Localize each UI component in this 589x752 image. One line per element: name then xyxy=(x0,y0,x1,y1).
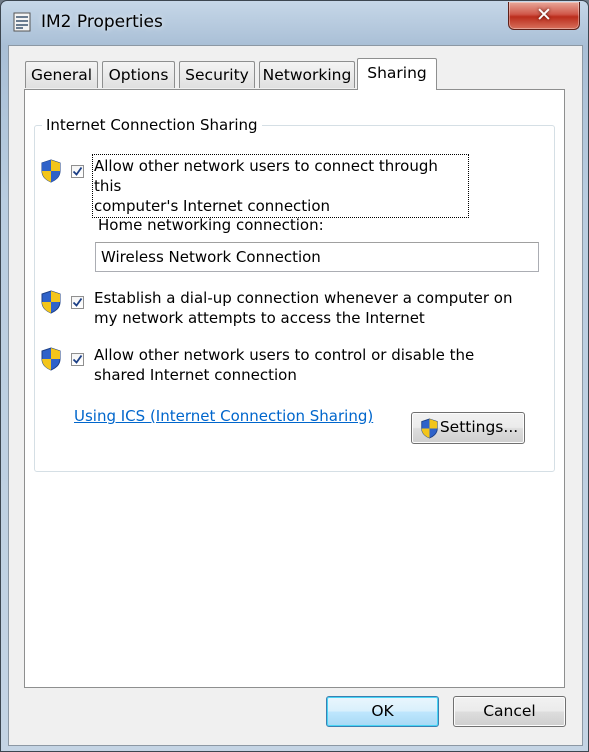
allow-connect-label[interactable]: Allow other network users to connect thr… xyxy=(92,154,469,218)
home-connection-label: Home networking connection: xyxy=(98,216,324,234)
close-button[interactable]: ✕ xyxy=(508,2,580,30)
checkmark-icon xyxy=(72,354,83,364)
tab-sharing[interactable]: Sharing xyxy=(357,58,437,90)
tab-options[interactable]: Options xyxy=(102,61,175,88)
uac-shield-icon xyxy=(41,347,61,371)
network-properties-icon xyxy=(13,12,31,32)
allow-connect-checkbox[interactable] xyxy=(71,165,84,178)
dialog-client-area: General Options Security Networking Shar… xyxy=(8,45,583,746)
settings-button[interactable]: Settings... xyxy=(411,412,525,444)
properties-dialog: IM2 Properties ✕ General Options Securit… xyxy=(0,0,589,752)
sharing-tab-panel: Internet Connection Sharing Allow other … xyxy=(24,89,565,688)
dial-up-checkbox[interactable] xyxy=(71,296,84,309)
option-label-line1: Allow other network users to connect thr… xyxy=(94,157,438,195)
option-label-line2: shared Internet connection xyxy=(94,366,297,384)
uac-shield-icon xyxy=(41,159,61,183)
ics-group-box: Internet Connection Sharing Allow other … xyxy=(34,116,555,472)
option-label-line1: Allow other network users to control or … xyxy=(94,346,475,364)
window-title: IM2 Properties xyxy=(41,12,163,32)
ok-button[interactable]: OK xyxy=(326,696,439,727)
checkmark-icon xyxy=(72,166,83,176)
ics-help-link[interactable]: Using ICS (Internet Connection Sharing) xyxy=(74,407,373,425)
cancel-button[interactable]: Cancel xyxy=(453,696,566,727)
option-label-line2: my network attempts to access the Intern… xyxy=(94,309,425,327)
dial-up-label[interactable]: Establish a dial-up connection whenever … xyxy=(94,288,524,328)
uac-shield-icon xyxy=(421,418,438,439)
tab-general[interactable]: General xyxy=(25,61,98,88)
settings-button-label: Settings... xyxy=(439,418,519,436)
checkmark-icon xyxy=(72,297,83,307)
tab-networking[interactable]: Networking xyxy=(259,61,355,88)
home-connection-field[interactable]: Wireless Network Connection xyxy=(95,242,539,272)
close-icon: ✕ xyxy=(536,4,552,26)
option-label-line1: Establish a dial-up connection whenever … xyxy=(94,289,513,307)
uac-shield-icon xyxy=(41,290,61,314)
allow-control-checkbox[interactable] xyxy=(71,353,84,366)
allow-control-label[interactable]: Allow other network users to control or … xyxy=(94,345,524,385)
option-label-line2: computer's Internet connection xyxy=(94,197,331,215)
title-bar[interactable]: IM2 Properties ✕ xyxy=(1,1,588,45)
tab-security[interactable]: Security xyxy=(179,61,255,88)
group-title: Internet Connection Sharing xyxy=(42,116,262,134)
